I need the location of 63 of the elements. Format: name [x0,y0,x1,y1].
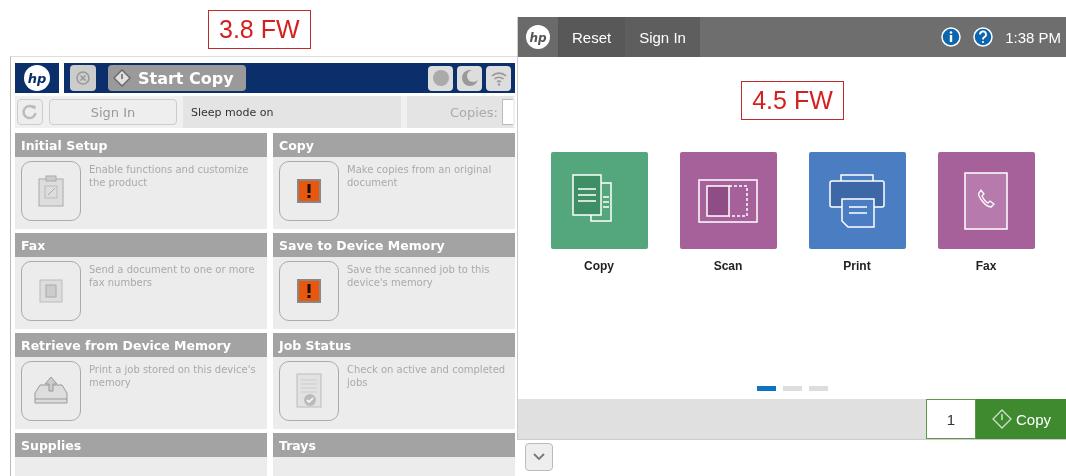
tile-body[interactable]: Print a job stored on this device's memory [15,357,267,429]
scroll-down-button[interactable] [525,443,553,471]
sleep-icon[interactable] [457,65,482,91]
tile-description: Enable functions and customize the product [89,163,250,190]
hp-logo: hp [518,17,558,57]
tile-description: Make copies from an original document [347,163,493,190]
status-message: Sleep mode on [183,96,401,128]
tile-header[interactable]: Supplies [15,433,267,457]
clipboard-icon [38,175,64,207]
refresh-button[interactable] [17,99,43,125]
sign-in-button[interactable]: Sign In [49,99,177,125]
app-label: Scan [713,259,743,273]
clock-time: 1:38 PM [1005,28,1061,46]
tile-header[interactable]: Copy [273,133,515,157]
warning-icon [297,279,321,303]
copies-label: Copies: [449,104,498,120]
start-copy-button[interactable]: Start Copy [108,65,246,91]
wifi-icon[interactable] [486,65,511,91]
warning-icon [297,179,321,203]
help-icon[interactable] [973,27,994,47]
tile-body[interactable]: Check on active and completed jobs [273,357,515,429]
tile-description: Send a document to one or more fax numbers [89,263,256,290]
tile-header[interactable]: Save to Device Memory [273,233,515,257]
cancel-button[interactable] [70,65,96,91]
tile-header[interactable]: Initial Setup [15,133,267,157]
job-list-icon [295,373,323,409]
phone-document-icon [963,170,1009,231]
chevron-down-icon [532,452,546,462]
status-light-icon[interactable] [428,65,453,91]
tile-description: Save the scanned job to this device's memory [347,263,491,290]
version-label: 4.5 FW [741,81,844,120]
info-icon[interactable] [941,27,962,47]
tile-description: Print a job stored on this device's memory [89,363,257,390]
app-label: Print [843,259,871,273]
fax-icon [39,279,63,303]
start-diamond-icon [992,409,1012,429]
copies-field[interactable] [502,99,513,125]
tile-body[interactable]: Save the scanned job to this device's memory [273,257,515,329]
drive-upload-icon [33,375,69,407]
printer-icon [828,172,886,229]
tile-body[interactable]: Make copies from an original document [273,157,515,229]
tile-header[interactable]: Retrieve from Device Memory [15,333,267,357]
top-bar-button[interactable]: Sign In [625,17,700,57]
tile-body[interactable]: Enable functions and customize the product [15,157,267,229]
hp-logo: hp [15,63,59,93]
tile-body[interactable]: Send a document to one or more fax numbers [15,257,267,329]
start-diamond-icon [112,68,132,88]
close-icon [75,70,91,86]
copy-start-button[interactable]: Copy [976,399,1066,439]
top-bar-button[interactable]: Reset [558,17,626,57]
tile-header[interactable]: Trays [273,433,515,457]
tile-header[interactable]: Job Status [273,333,515,357]
app-tile[interactable] [937,152,1035,249]
refresh-icon [21,103,39,121]
tile-header[interactable]: Fax [15,233,267,257]
copies-field[interactable]: 1 [926,399,976,439]
version-label: 3.8 FW [208,10,311,49]
app-tile[interactable] [679,152,777,249]
app-label: Copy [584,259,614,273]
app-label: Fax [975,259,997,273]
tile-description: Check on active and completed jobs [347,363,507,390]
app-tile[interactable] [808,152,906,249]
app-tile[interactable] [550,152,648,249]
